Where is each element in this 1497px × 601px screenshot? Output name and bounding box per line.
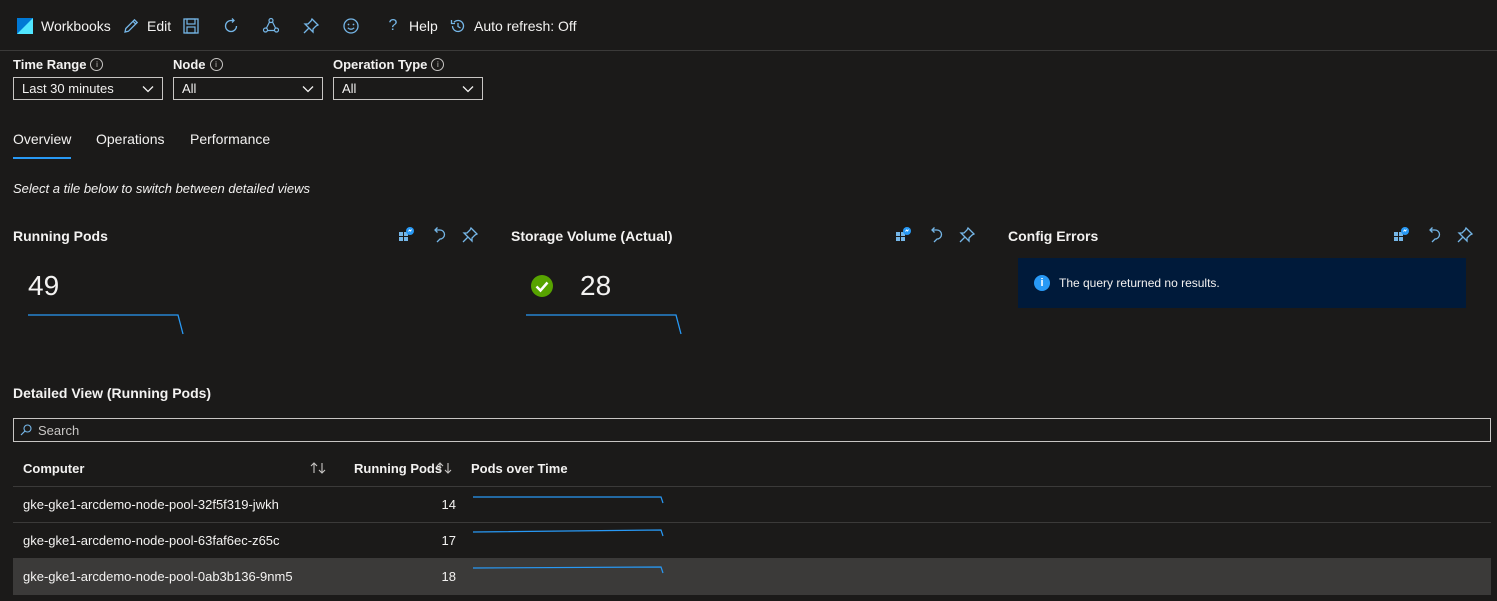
chevron-down-icon [302,83,314,95]
time-range-label-text: Time Range [13,57,87,72]
operation-type-dropdown[interactable]: All [333,77,483,100]
operation-type-label: Operation Type i [333,57,445,72]
time-range-dropdown[interactable]: Last 30 minutes [13,77,163,100]
save-icon [181,16,201,36]
running-pods-actions [397,226,479,244]
running-pods-title: Running Pods [13,228,108,244]
running-pods-cell: 18 [441,569,456,584]
edit-label: Edit [147,18,172,34]
pods-grid: Computer Running Pods Pods over Time gke… [13,450,1491,595]
node-label-text: Node [173,57,206,72]
computer-cell: gke-gke1-arcdemo-node-pool-0ab3b136-9nm5 [23,569,293,584]
pods-sparkline [473,566,664,574]
storage-volume-value: 28 [580,270,612,301]
running-pods-cell: 14 [441,497,456,512]
time-range-value: Last 30 minutes [22,81,114,96]
refresh-button[interactable] [221,14,241,38]
computer-cell: gke-gke1-arcdemo-node-pool-32f5f319-jwkh [23,497,279,512]
info-icon: i [209,58,223,71]
help-icon: ? [388,17,398,34]
edit-icon [121,16,141,36]
undo-icon[interactable] [926,226,944,244]
pods-sparkline [473,496,664,504]
share-icon [261,16,281,36]
node-value: All [182,81,197,96]
pin-icon [301,16,321,36]
storage-volume-actions [894,226,976,244]
refresh-icon [221,16,241,36]
pin-icon[interactable] [461,226,479,244]
chevron-down-icon [462,83,474,95]
running-pods-value: 49 [28,270,60,301]
undo-icon[interactable] [1424,226,1442,244]
operation-type-value: All [342,81,357,96]
search-input[interactable] [38,422,1438,438]
chevron-down-icon [142,83,154,95]
column-header-computer[interactable]: Computer [23,450,84,486]
help-label: Help [409,18,438,34]
share-button[interactable] [261,14,281,38]
no-results-notice: i The query returned no results. [1018,258,1466,308]
query-icon[interactable] [894,226,912,244]
feedback-icon [341,16,361,36]
pin-button[interactable] [301,14,321,38]
table-row[interactable]: gke-gke1-arcdemo-node-pool-63faf6ec-z65c… [13,523,1491,559]
storage-volume-title: Storage Volume (Actual) [511,228,673,244]
grid-header: Computer Running Pods Pods over Time [13,450,1491,487]
query-icon[interactable] [397,226,415,244]
autorefresh-label: Auto refresh: Off [474,18,577,34]
edit-button[interactable]: Edit [121,14,171,38]
node-label: Node i [173,57,223,72]
info-icon: i [1034,275,1050,291]
sort-icon[interactable] [436,462,452,474]
workbooks-button[interactable]: Workbooks [15,14,111,38]
sort-icon[interactable] [310,462,326,474]
autorefresh-button[interactable]: Auto refresh: Off [448,14,576,38]
query-icon[interactable] [1392,226,1410,244]
no-results-message: The query returned no results. [1059,276,1220,290]
info-icon: i [431,58,445,71]
table-row-selected[interactable]: gke-gke1-arcdemo-node-pool-0ab3b136-9nm5… [13,559,1491,595]
storage-volume-sparkline [526,314,682,335]
save-button[interactable] [181,14,201,38]
node-dropdown[interactable]: All [173,77,323,100]
pin-icon[interactable] [958,226,976,244]
toolbar: Workbooks Edit ? Help Auto refresh: Off [0,0,1497,51]
config-errors-actions [1392,226,1474,244]
feedback-button[interactable] [341,14,361,38]
computer-cell: gke-gke1-arcdemo-node-pool-63faf6ec-z65c [23,533,280,548]
pin-icon[interactable] [1456,226,1474,244]
operation-type-label-text: Operation Type [333,57,428,72]
tab-performance[interactable]: Performance [190,131,270,157]
undo-icon[interactable] [429,226,447,244]
column-header-pods-over-time: Pods over Time [471,460,568,476]
search-box[interactable] [13,418,1491,442]
workbooks-icon [15,16,35,36]
pods-sparkline [473,529,664,537]
tab-operations[interactable]: Operations [96,131,164,157]
info-icon: i [90,58,104,71]
running-pods-sparkline [28,314,184,335]
detailed-view-title: Detailed View (Running Pods) [13,385,212,401]
config-errors-title: Config Errors [1008,228,1099,244]
time-range-label: Time Range i [13,57,104,72]
running-pods-cell: 17 [441,533,456,548]
history-icon [448,16,468,36]
help-button[interactable]: ? Help [383,14,438,38]
check-circle-icon [530,274,554,298]
table-row[interactable]: gke-gke1-arcdemo-node-pool-32f5f319-jwkh… [13,487,1491,523]
hint-text: Select a tile below to switch between de… [13,181,310,196]
search-icon [20,424,32,436]
workbooks-label: Workbooks [41,18,111,34]
tab-overview[interactable]: Overview [13,131,72,159]
column-header-running-pods[interactable]: Running Pods [354,450,442,486]
